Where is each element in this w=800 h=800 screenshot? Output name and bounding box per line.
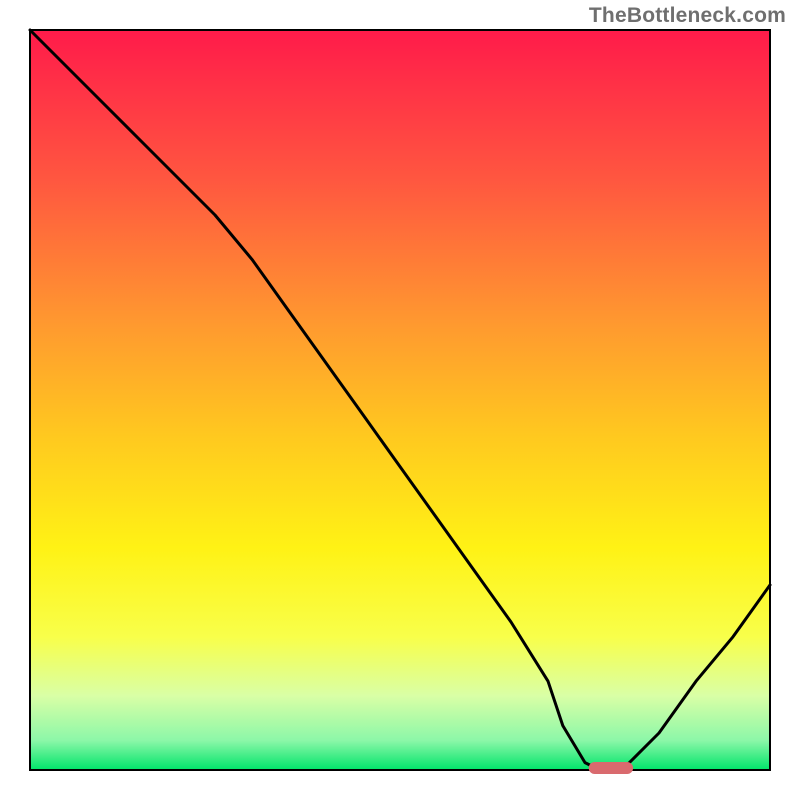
chart-canvas: TheBottleneck.com [0, 0, 800, 800]
optimal-marker [589, 762, 633, 774]
bottleneck-chart [0, 0, 800, 800]
plot-area [30, 30, 770, 774]
